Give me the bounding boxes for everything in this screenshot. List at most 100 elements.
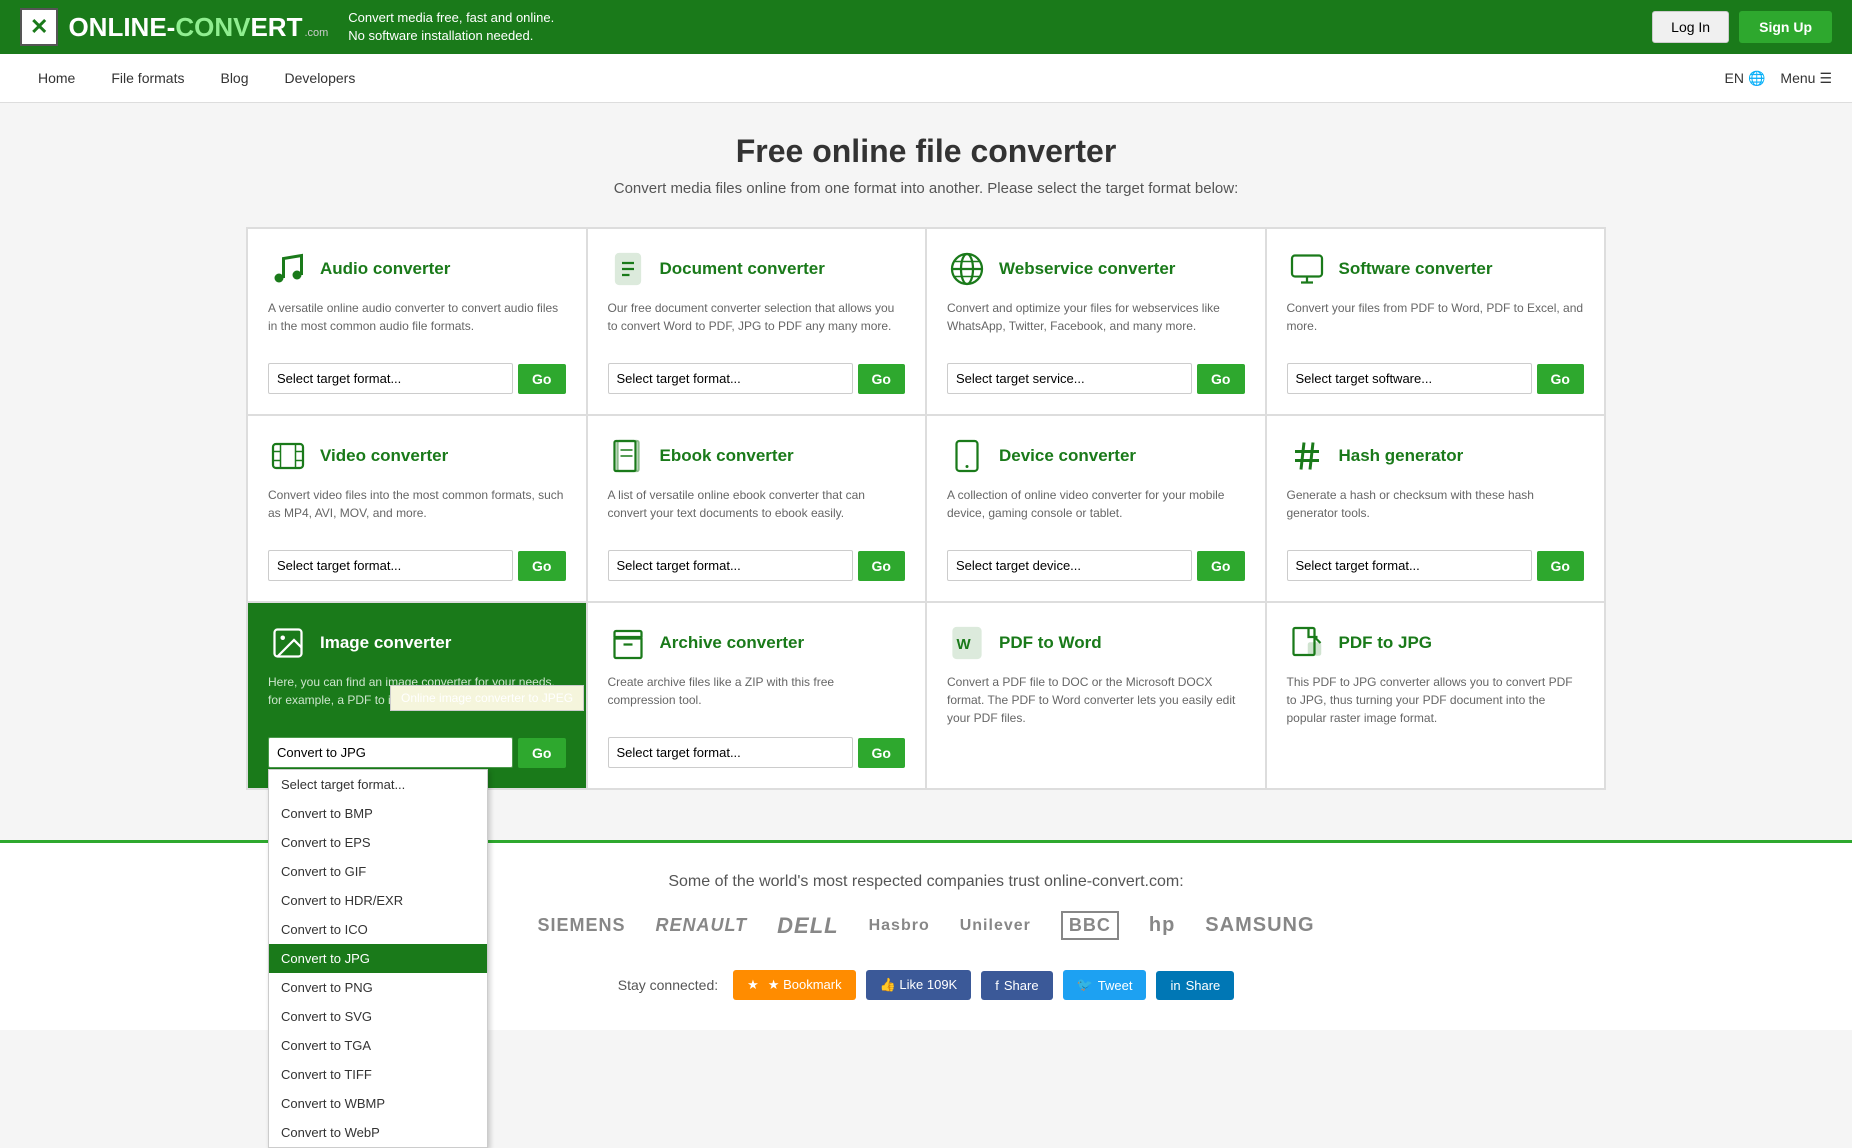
header-tagline: Convert media free, fast and online. No … — [348, 9, 554, 45]
archive-card-header: Archive converter — [608, 623, 906, 663]
language-selector[interactable]: EN 🌐 — [1725, 70, 1766, 87]
hash-format-select[interactable]: Select target format... — [1287, 550, 1532, 581]
ebook-card-title: Ebook converter — [660, 446, 794, 466]
siemens-logo: SIEMENS — [537, 915, 625, 936]
share-linkedin-button[interactable]: in Share — [1156, 971, 1234, 1000]
tweet-button[interactable]: 🐦 Tweet — [1063, 970, 1147, 1000]
menu-button[interactable]: Menu ☰ — [1780, 70, 1832, 87]
archive-format-select[interactable]: Select target format... — [608, 737, 853, 768]
dropdown-item-tga[interactable]: Convert to TGA — [269, 1031, 487, 1060]
twitter-icon: 🐦 — [1077, 977, 1093, 993]
renault-logo: RENAULT — [655, 915, 747, 936]
dropdown-item-hdr[interactable]: Convert to HDR/EXR — [269, 886, 487, 915]
hp-logo: hp — [1149, 914, 1175, 937]
logo-x: ✕ — [30, 14, 48, 40]
document-card-title: Document converter — [660, 259, 825, 279]
ebook-go-button[interactable]: Go — [858, 551, 905, 581]
software-go-button[interactable]: Go — [1537, 364, 1584, 394]
hash-icon — [1287, 436, 1327, 476]
nav-file-formats[interactable]: File formats — [93, 54, 202, 102]
device-format-select[interactable]: Select target device... — [947, 550, 1192, 581]
tablet-icon — [947, 436, 987, 476]
audio-go-button[interactable]: Go — [518, 364, 565, 394]
nav-developers[interactable]: Developers — [267, 54, 374, 102]
webservice-go-button[interactable]: Go — [1197, 364, 1244, 394]
software-card-desc: Convert your files from PDF to Word, PDF… — [1287, 299, 1585, 349]
dropdown-item-webp[interactable]: Convert to WebP — [269, 1118, 487, 1147]
dropdown-item-gif[interactable]: Convert to GIF — [269, 857, 487, 886]
dropdown-item-eps[interactable]: Convert to EPS — [269, 828, 487, 857]
ebook-converter-card: Ebook converter A list of versatile onli… — [587, 415, 927, 602]
archive-card-desc: Create archive files like a ZIP with thi… — [608, 673, 906, 723]
book-icon — [608, 436, 648, 476]
pdf-jpg-card-title: PDF to JPG — [1339, 633, 1433, 653]
linkedin-icon: in — [1170, 978, 1180, 993]
device-card-desc: A collection of online video converter f… — [947, 486, 1245, 536]
page-subtitle: Convert media files online from one form… — [246, 180, 1606, 197]
bookmark-button[interactable]: ★ ★ Bookmark — [733, 970, 855, 1000]
nav-blog[interactable]: Blog — [202, 54, 266, 102]
share-fb-label: Share — [1004, 978, 1039, 993]
audio-format-select[interactable]: Select target format... — [268, 363, 513, 394]
audio-card-controls: Select target format... Go — [268, 363, 566, 394]
document-go-button[interactable]: Go — [858, 364, 905, 394]
pdf-word-card-desc: Convert a PDF file to DOC or the Microso… — [947, 673, 1245, 727]
nav-home[interactable]: Home — [20, 54, 93, 102]
webservice-format-select[interactable]: Select target service... — [947, 363, 1192, 394]
image-go-button[interactable]: Go — [518, 738, 565, 768]
tweet-label: Tweet — [1098, 978, 1133, 993]
logo-text-ert: ERT — [250, 12, 302, 43]
header-buttons: Log In Sign Up — [1652, 11, 1832, 43]
device-go-button[interactable]: Go — [1197, 551, 1244, 581]
archive-card-title: Archive converter — [660, 633, 805, 653]
webservice-card-title: Webservice converter — [999, 259, 1175, 279]
dropdown-item-svg[interactable]: Convert to SVG — [269, 1002, 487, 1031]
signup-button[interactable]: Sign Up — [1739, 11, 1832, 43]
video-format-select[interactable]: Select target format... — [268, 550, 513, 581]
hasbro-logo: Hasbro — [869, 917, 930, 935]
logo-text-convert: CONV — [175, 12, 250, 43]
dropdown-item-wbmp[interactable]: Convert to WBMP — [269, 1089, 487, 1118]
pdf-word-card: W PDF to Word Convert a PDF file to DOC … — [926, 602, 1266, 789]
hash-card-controls: Select target format... Go — [1287, 550, 1585, 581]
pdf-jpg-card: PDF to JPG This PDF to JPG converter all… — [1266, 602, 1606, 789]
menu-label: Menu — [1780, 70, 1815, 86]
dropdown-item-placeholder[interactable]: Select target format... — [269, 770, 487, 799]
ebook-format-select[interactable]: Select target format... — [608, 550, 853, 581]
video-go-button[interactable]: Go — [518, 551, 565, 581]
logo-icon-box: ✕ — [20, 8, 58, 46]
image-format-select[interactable]: Select target format... Convert to BMP C… — [268, 737, 513, 768]
dropdown-item-png[interactable]: Convert to PNG — [269, 973, 487, 1002]
word-icon: W — [947, 623, 987, 663]
login-button[interactable]: Log In — [1652, 11, 1729, 43]
video-card-header: Video converter — [268, 436, 566, 476]
logo-area: ✕ ONLINE- CONV ERT .com Convert media fr… — [20, 8, 554, 46]
pdf-jpg-icon — [1287, 623, 1327, 663]
webservice-card-header: Webservice converter — [947, 249, 1245, 289]
image-card-title: Image converter — [320, 633, 451, 653]
hash-go-button[interactable]: Go — [1537, 551, 1584, 581]
like-button[interactable]: 👍 Like 109K — [866, 970, 972, 1000]
unilever-logo: Unilever — [960, 917, 1031, 935]
converter-grid: Audio converter A versatile online audio… — [246, 227, 1606, 790]
audio-card-desc: A versatile online audio converter to co… — [268, 299, 566, 349]
document-converter-card: Document converter Our free document con… — [587, 228, 927, 415]
share-facebook-button[interactable]: f Share — [981, 971, 1052, 1000]
pdf-jpg-card-header: PDF to JPG — [1287, 623, 1585, 663]
software-card-header: Software converter — [1287, 249, 1585, 289]
dropdown-item-jpg[interactable]: Convert to JPG — [269, 944, 487, 973]
dropdown-item-tiff[interactable]: Convert to TIFF — [269, 1060, 487, 1089]
dropdown-item-ico[interactable]: Convert to ICO — [269, 915, 487, 944]
image-card-header: Image converter — [268, 623, 566, 663]
device-card-header: Device converter — [947, 436, 1245, 476]
software-format-select[interactable]: Select target software... — [1287, 363, 1532, 394]
hash-card-title: Hash generator — [1339, 446, 1464, 466]
document-card-desc: Our free document converter selection th… — [608, 299, 906, 349]
dell-logo: DELL — [777, 913, 838, 939]
video-converter-card: Video converter Convert video files into… — [247, 415, 587, 602]
film-icon — [268, 436, 308, 476]
document-format-select[interactable]: Select target format... — [608, 363, 853, 394]
nav-right: EN 🌐 Menu ☰ — [1725, 70, 1832, 87]
archive-go-button[interactable]: Go — [858, 738, 905, 768]
dropdown-item-bmp[interactable]: Convert to BMP — [269, 799, 487, 828]
